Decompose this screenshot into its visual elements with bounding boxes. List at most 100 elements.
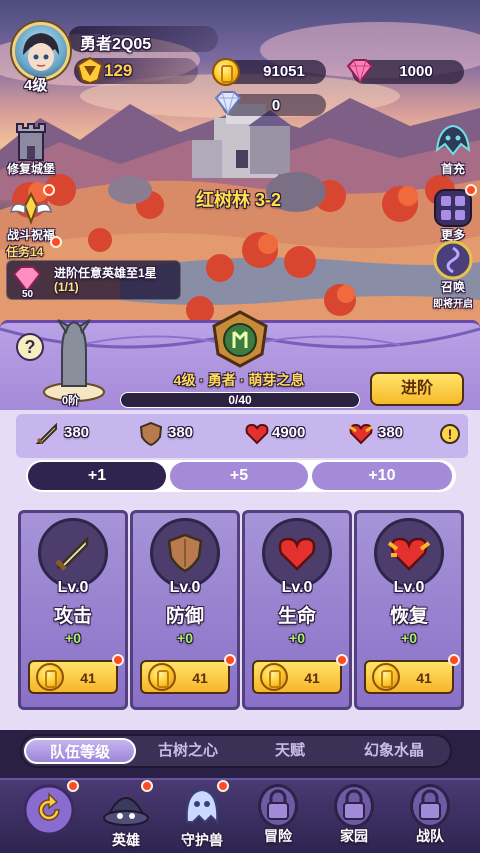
heal-icon: [385, 529, 433, 582]
card-bonus: +0: [401, 630, 417, 646]
more-notification-dot: [465, 184, 477, 196]
nav-heroes[interactable]: 英雄: [90, 780, 162, 852]
card-upgrade-dot: [336, 654, 348, 666]
nav-back-dot: [67, 780, 79, 792]
card-name: 攻击: [53, 606, 92, 627]
summon-sublabel: 即将开启: [433, 299, 473, 310]
card-cost: 41: [80, 670, 96, 686]
more-button[interactable]: 更多: [422, 184, 480, 243]
multiplier-tab-5[interactable]: +5: [170, 462, 308, 490]
gold-value: 91051: [263, 63, 305, 80]
card-level: Lv.0: [281, 579, 313, 596]
card-level: Lv.0: [393, 579, 425, 596]
combat-power-value: 129: [104, 61, 133, 80]
nav-home[interactable]: 家园: [318, 780, 390, 852]
home-lock-icon: [334, 784, 374, 828]
card-level: Lv.0: [57, 579, 89, 596]
player-avatar[interactable]: [12, 22, 70, 80]
quest-tag: 任务14: [6, 245, 44, 259]
quest-description: 进阶任意英雄至1星: [54, 266, 157, 280]
pink-gem-icon: [346, 59, 374, 84]
subtab-illusion-crystal[interactable]: 幻象水晶: [340, 738, 448, 764]
advance-button[interactable]: 进阶: [370, 372, 464, 406]
summon-portal-icon: [433, 240, 473, 280]
summon-button[interactable]: 召唤 即将开启: [422, 238, 480, 310]
recovery-value: 380: [378, 424, 404, 441]
gold-coin-icon: [212, 58, 240, 86]
subtab-talent[interactable]: 天赋: [240, 738, 340, 764]
gold-coin-icon: [260, 663, 288, 691]
card-cost: 41: [192, 670, 208, 686]
squad-lock-icon: [410, 784, 450, 828]
subtab-team-level[interactable]: 队伍等级: [24, 738, 136, 764]
player-level: 4级: [24, 77, 48, 94]
card-icon-frame: [374, 518, 444, 588]
adventure-lock-icon: [258, 784, 298, 828]
blessing-notification-dot: [43, 184, 55, 196]
card-bonus: +0: [289, 630, 305, 646]
defense-value: 380: [168, 424, 194, 441]
card-name: 生命: [277, 606, 316, 627]
card-icon-frame: [38, 518, 108, 588]
hero-statue-icon: [43, 319, 105, 402]
card-upgrade-button[interactable]: 41: [140, 660, 230, 694]
hero-stage-step: 0阶: [62, 395, 80, 407]
nav-back-button[interactable]: [10, 780, 82, 852]
player-name: 勇者2Q05: [80, 36, 152, 53]
defense-shield-icon: [139, 421, 163, 447]
card-upgrade-button[interactable]: 41: [28, 660, 118, 694]
quest-progress: (1/1): [54, 280, 79, 294]
hp-heart-icon: [245, 423, 269, 445]
multiplier-tab-10[interactable]: +10: [312, 462, 452, 490]
card-icon-frame: [262, 518, 332, 588]
gem-value: 1000: [399, 63, 433, 80]
shield-icon: [161, 529, 209, 582]
card-bonus: +0: [177, 630, 193, 646]
quest-reward-count: 50: [22, 289, 34, 300]
card-icon-frame: [150, 518, 220, 588]
repair-castle-button[interactable]: 修复城堡: [0, 120, 62, 177]
stage-label: 红树林 3-2: [196, 190, 282, 210]
subtab-ancient-tree[interactable]: 古树之心: [136, 738, 240, 764]
nav-adventure[interactable]: 冒险: [242, 780, 314, 852]
multiplier-tab-1[interactable]: +1: [28, 462, 166, 490]
crystal-value: 0: [271, 97, 281, 114]
hero-portrait-icon: [23, 33, 59, 71]
attack-value: 380: [64, 424, 90, 441]
card-cost: 41: [304, 670, 320, 686]
quest-notification-dot: [50, 236, 62, 248]
nav-heroes-dot: [141, 780, 153, 792]
dragon-icon: [435, 124, 471, 156]
card-name: 恢复: [389, 606, 428, 627]
card-name: 防御: [165, 606, 204, 627]
card-level: Lv.0: [169, 579, 201, 596]
recovery-heart-icon: [349, 423, 373, 445]
battle-blessing-button[interactable]: 战斗祝福: [0, 184, 62, 243]
first-recharge-button[interactable]: 首充: [422, 120, 480, 177]
attack-sword-icon: [35, 422, 57, 445]
nav-guardian[interactable]: 守护兽: [166, 780, 238, 852]
card-upgrade-button[interactable]: 41: [364, 660, 454, 694]
sword-icon: [49, 529, 97, 582]
nav-guardian-dot: [217, 780, 229, 792]
nav-heroes-label: 英雄: [112, 832, 140, 848]
stats-info-icon[interactable]: !: [440, 424, 460, 444]
card-upgrade-dot: [448, 654, 460, 666]
gold-coin-icon: [372, 663, 400, 691]
heart-icon: [273, 529, 321, 582]
castle-tower-icon: [16, 123, 46, 161]
combat-power-icon: [76, 56, 104, 84]
card-upgrade-button[interactable]: 41: [252, 660, 342, 694]
card-cost: 41: [416, 670, 432, 686]
team-emblem-icon: [212, 310, 268, 368]
hero-title: 4级 · 勇者 · 萌芽之息: [173, 372, 305, 388]
xp-text: 0/40: [228, 393, 252, 407]
gold-coin-icon: [36, 663, 64, 691]
gold-coin-icon: [148, 663, 176, 691]
nav-guardian-label: 守护兽: [181, 832, 223, 848]
card-upgrade-dot: [112, 654, 124, 666]
card-upgrade-dot: [224, 654, 236, 666]
hp-value: 4900: [272, 424, 306, 441]
card-bonus: +0: [65, 630, 81, 646]
nav-squad[interactable]: 战队: [394, 780, 466, 852]
